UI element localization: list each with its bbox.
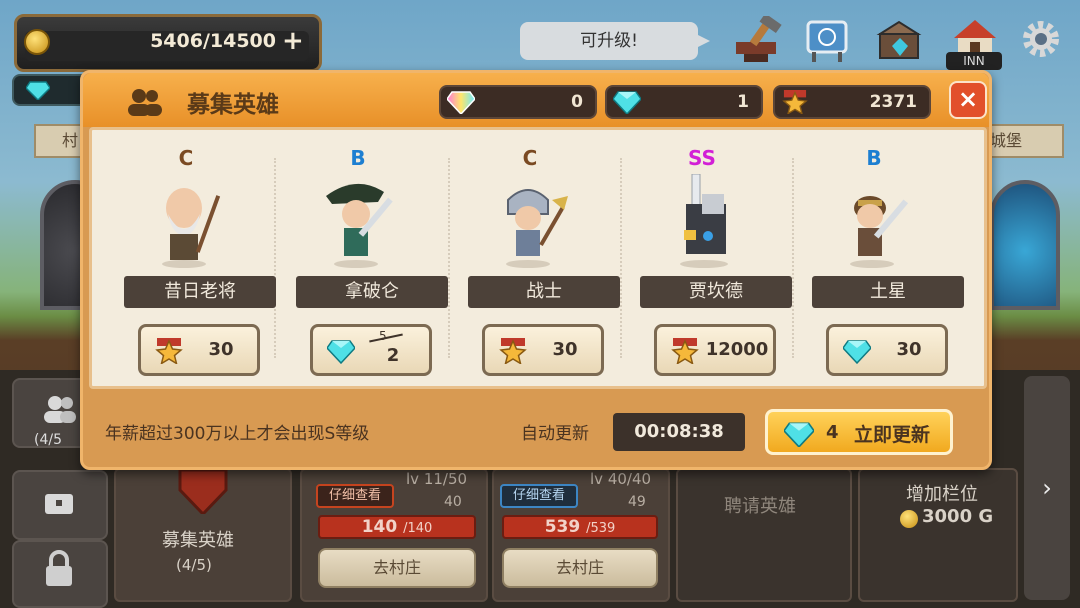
hero-hp-bar: 539 /539: [502, 515, 658, 539]
add-slot-label: 增加栏位: [906, 484, 978, 505]
treasure-chest-icon[interactable]: [872, 16, 926, 64]
gold-coin-icon: [24, 29, 50, 55]
hero-grade: SS: [688, 146, 716, 170]
recruit-hero-dialog: 募集英雄 0 1 2371 × C 昔日老将 30 B 拿破仑 5 2 C 战士…: [80, 70, 992, 470]
top-bar: 5406/14500 + 可升级! INN: [0, 0, 1080, 106]
add-slot-cost: 3000 G: [922, 506, 994, 527]
diamond-counter: 1: [605, 85, 763, 119]
dialog-header: 募集英雄 0 1 2371 ×: [83, 73, 989, 127]
star-icon: [499, 338, 527, 364]
go-village-button[interactable]: 去村庄: [502, 548, 658, 588]
price-value: 30: [896, 339, 922, 360]
gold-amount: 5406/14500: [150, 30, 276, 52]
refresh-timer: 00:08:38: [613, 413, 745, 451]
hero-level: lv 40/40: [590, 470, 652, 488]
next-page-button[interactable]: ›: [1024, 376, 1070, 600]
recruit-card-title: 募集英雄: [162, 530, 234, 551]
hire-hero-label: 聘请英雄: [724, 496, 796, 517]
refresh-now-button[interactable]: 4 立即更新: [765, 409, 953, 455]
recruit-button[interactable]: 30: [826, 324, 948, 376]
price-value: 12000: [705, 339, 769, 360]
napoleon-sprite: [326, 183, 393, 268]
recruit-button[interactable]: 30: [482, 324, 604, 376]
inn-label: INN: [946, 52, 1002, 70]
hero-hp-bar: 140 /140: [318, 515, 476, 539]
recruit-button[interactable]: 30: [138, 324, 260, 376]
price-value: 2: [386, 345, 400, 366]
hero-slot: C 昔日老将 30: [100, 130, 276, 386]
hero-attack: 40: [444, 494, 462, 510]
hero-slot: SS 贾坎德 12000: [616, 130, 792, 386]
hero-hp-max: /539: [586, 521, 616, 536]
old-veteran-sprite: [162, 188, 221, 268]
diamond-icon: [613, 91, 641, 114]
hero-grade: C: [178, 146, 194, 170]
quest-board-icon[interactable]: [800, 16, 854, 64]
recruit-button[interactable]: 5 2: [310, 324, 432, 376]
hero-name: 昔日老将: [124, 276, 276, 308]
star-counter: 2371: [773, 85, 931, 119]
hero-slot: B 土星 30: [788, 130, 964, 386]
recruit-card-count: (4/5): [176, 556, 212, 574]
armored-knight-sprite: [680, 174, 728, 268]
detail-button[interactable]: 仔细查看: [316, 484, 394, 508]
recruit-shield-icon: [178, 470, 228, 514]
star-icon: [155, 338, 183, 364]
close-button[interactable]: ×: [949, 81, 987, 119]
saturn-sprite: [850, 196, 909, 268]
hero-grade: C: [522, 146, 538, 170]
rainbow-gem-value: 0: [571, 92, 583, 112]
rainbow-gem-counter: 0: [439, 85, 597, 119]
gold-coin-icon: [900, 510, 918, 528]
price-value: 30: [552, 339, 578, 360]
auto-refresh-label: 自动更新: [521, 424, 589, 444]
add-gold-button[interactable]: +: [282, 26, 304, 56]
diamond-icon: [784, 422, 814, 447]
hero-list: C 昔日老将 30 B 拿破仑 5 2 C 战士 30 SS 贾坎德 12000…: [89, 127, 987, 389]
star-icon: [671, 338, 699, 364]
hero-grade: B: [350, 146, 366, 170]
right-portal: [990, 180, 1060, 310]
recruit-button[interactable]: 12000: [654, 324, 776, 376]
party-count: (4/5: [34, 432, 62, 448]
lock-icon: [46, 550, 72, 586]
diamond-icon: [327, 340, 355, 364]
hero-name: 土星: [812, 276, 964, 308]
diamond-icon: [843, 340, 871, 364]
hero-slot: C 战士 30: [444, 130, 620, 386]
diamond-value: 1: [737, 92, 749, 112]
settings-gear-icon[interactable]: [1020, 18, 1062, 60]
hero-hp: 539: [544, 517, 581, 537]
chest-icon: [45, 494, 73, 514]
s-grade-note: 年薪超过300万以上才会出现S等级: [105, 424, 370, 444]
upgrade-bubble: 可升级!: [520, 22, 710, 60]
anvil-hammer-icon[interactable]: [730, 16, 784, 64]
hero-name: 拿破仑: [296, 276, 448, 308]
warrior-sprite: [506, 189, 568, 268]
rainbow-gem-icon: [447, 91, 475, 114]
hero-hp-max: /140: [403, 521, 433, 536]
hire-hero-slot[interactable]: [676, 468, 852, 602]
hero-name: 贾坎德: [640, 276, 792, 308]
party-icon: [44, 396, 76, 423]
star-value: 2371: [869, 92, 917, 112]
hero-level: lv 11/50: [406, 470, 468, 488]
refresh-label: 立即更新: [854, 424, 931, 446]
hero-hp: 140: [361, 517, 398, 537]
refresh-cost: 4: [826, 422, 839, 443]
go-village-button[interactable]: 去村庄: [318, 548, 476, 588]
dialog-title: 募集英雄: [187, 92, 279, 118]
price-value: 30: [208, 339, 234, 360]
hero-name: 战士: [468, 276, 620, 308]
hero-slot: B 拿破仑 5 2: [272, 130, 448, 386]
star-icon: [782, 90, 808, 114]
hero-attack: 49: [628, 494, 646, 510]
detail-button[interactable]: 仔细查看: [500, 484, 578, 508]
hero-grade: B: [866, 146, 882, 170]
diamond-icon: [26, 81, 50, 100]
heroes-group-icon: [128, 89, 162, 116]
